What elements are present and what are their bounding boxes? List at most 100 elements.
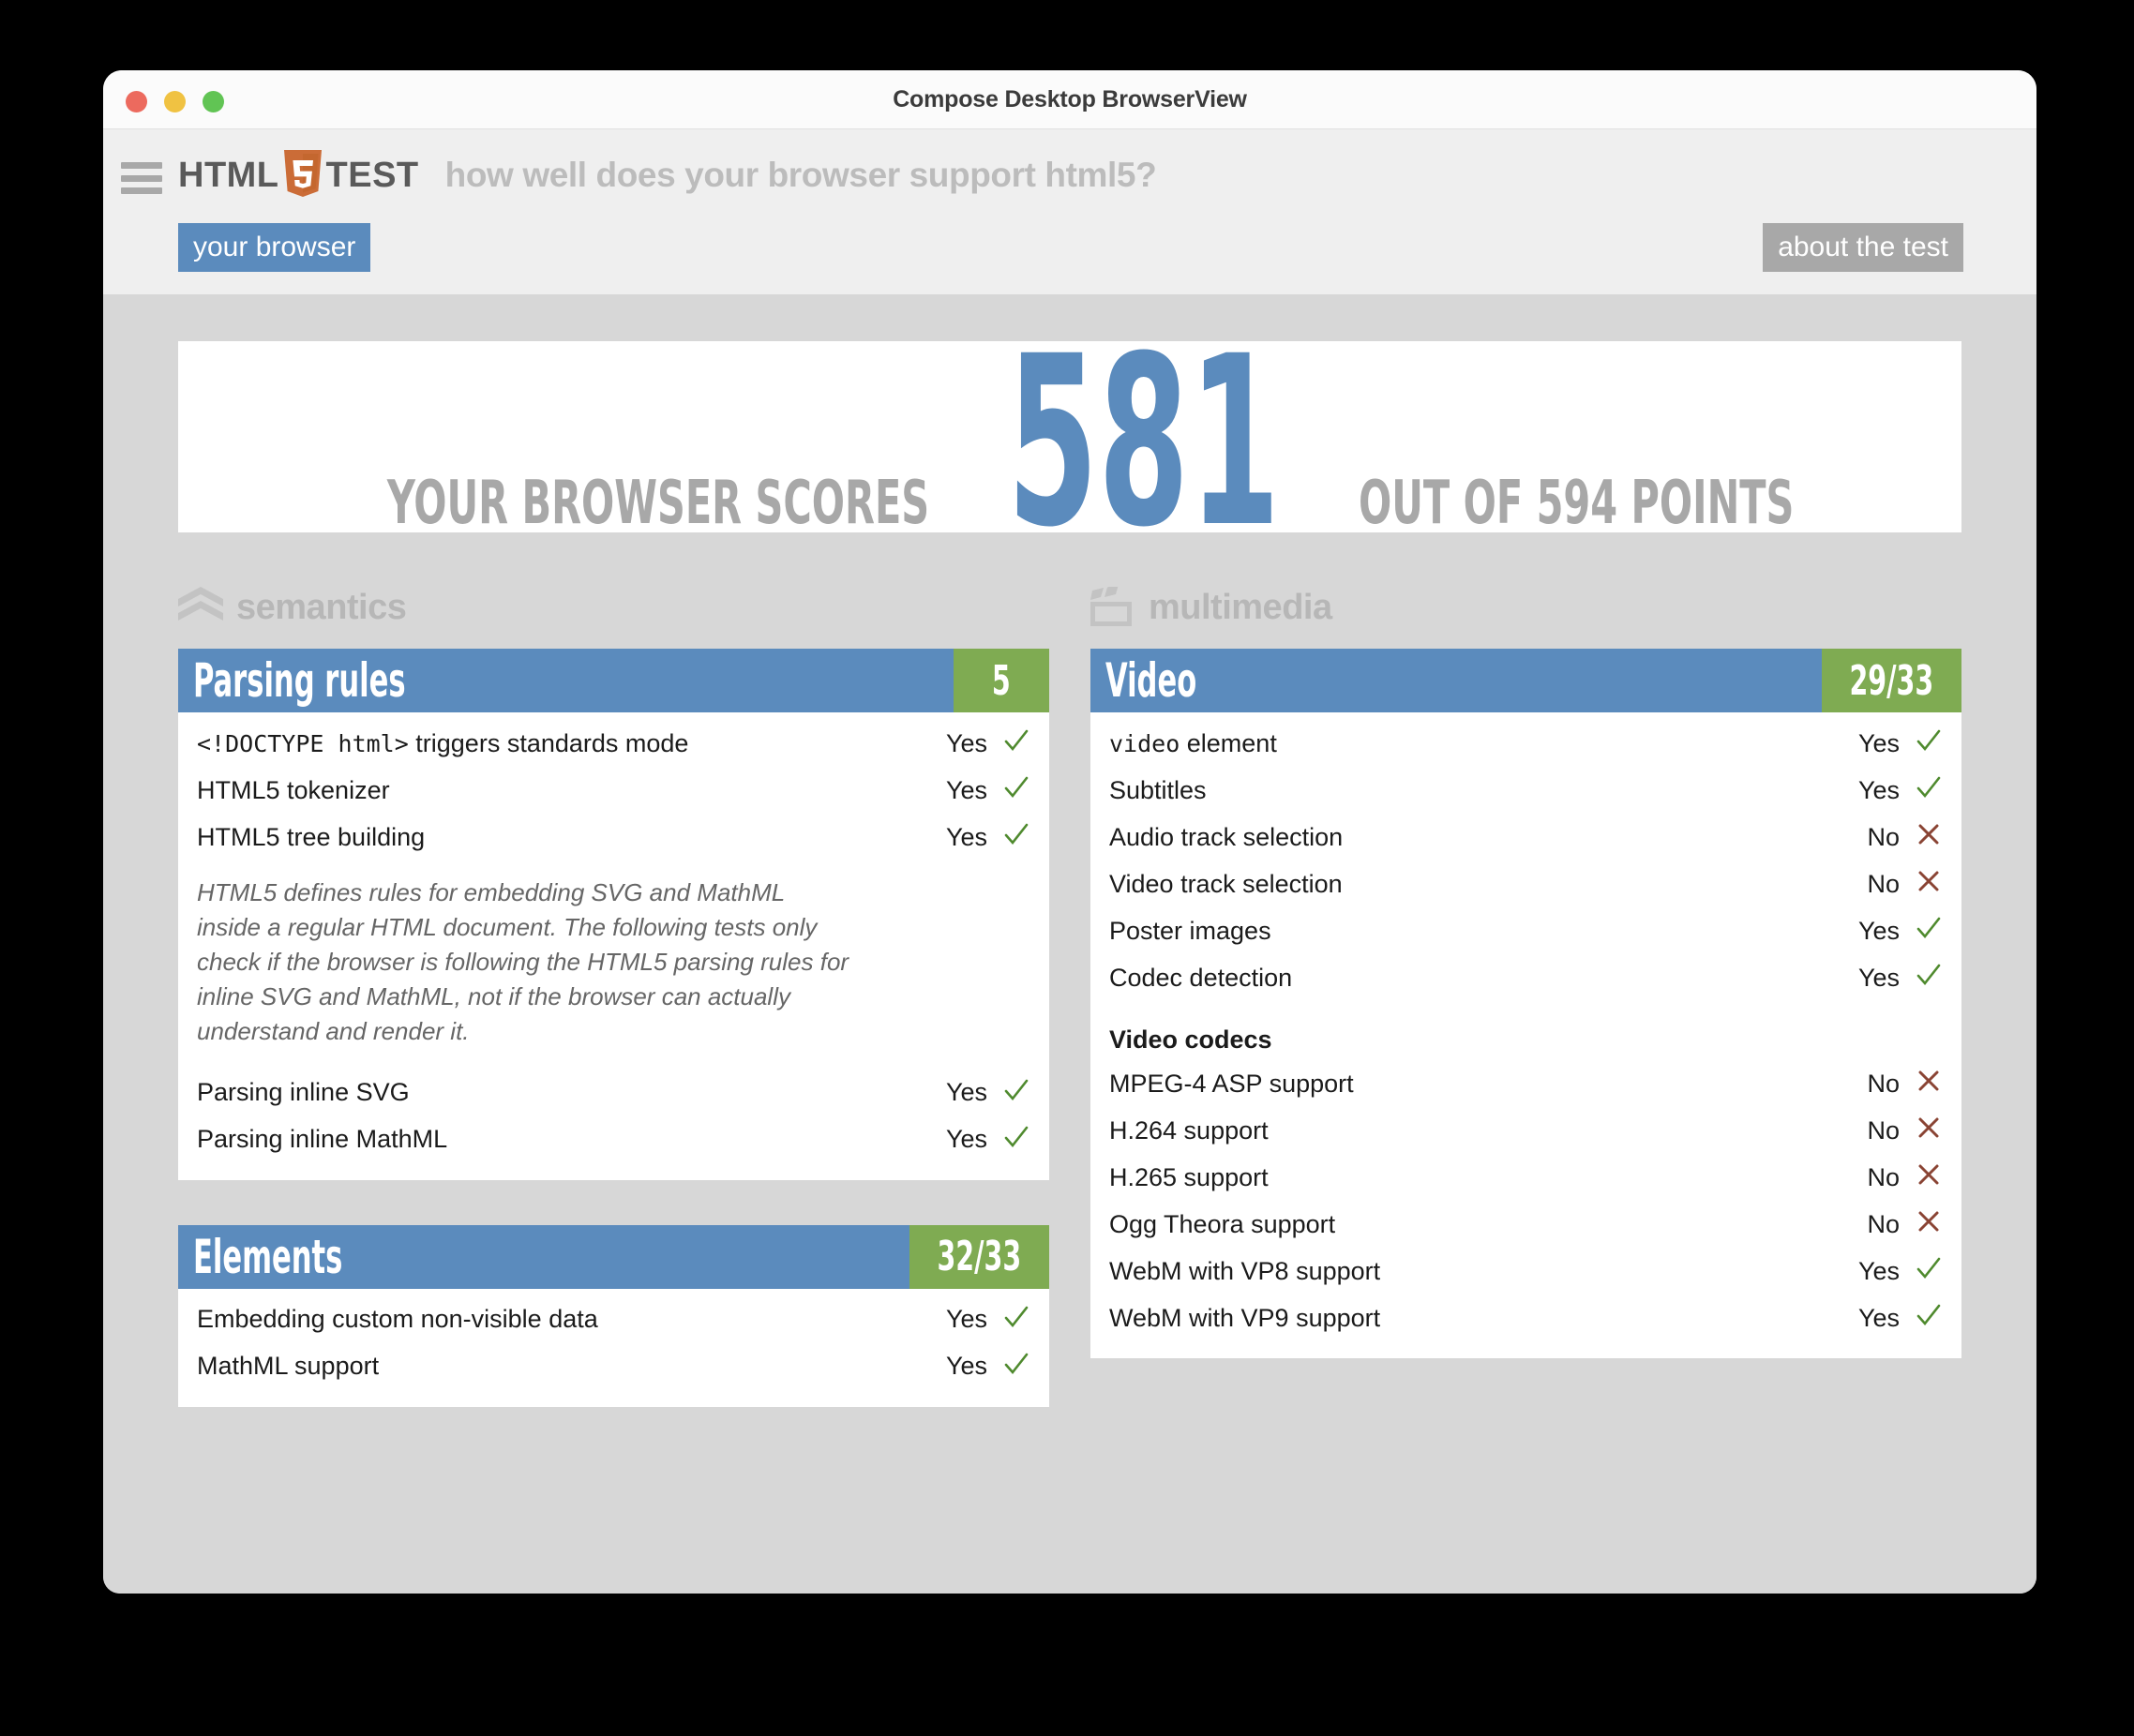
test-result-text: Yes [1857,775,1900,804]
test-result-text: Yes [945,1352,987,1381]
test-row[interactable]: HTML5 tree building Yes [197,814,1030,861]
logo-text-test: TEST [325,156,419,195]
test-name-rest: element [1180,728,1277,757]
test-result-text: No [1867,1162,1900,1191]
test-row[interactable]: <!DOCTYPE html> triggers standards mode Y… [197,720,1030,767]
logo-text-html: HTML [178,156,279,195]
checkmark-icon [1915,914,1943,948]
test-row[interactable]: Parsing inline SVG Yes [197,1070,1030,1116]
card-header[interactable]: Video 29/33 [1090,649,1961,712]
test-row[interactable]: WebM with VP8 support Yes [1109,1248,1943,1295]
results-columns: semantics Parsing rules 5 <!DOCTYPE html> t… [178,585,1961,1452]
category-label: semantics [236,587,407,627]
category-header-multimedia: multimedia [1090,585,1961,630]
card-header[interactable]: Elements 32/33 [178,1224,1049,1289]
test-result-text: Yes [1857,963,1900,992]
site-tagline: how well does your browser support html5… [444,156,1157,194]
test-row[interactable]: Video track selection No [1109,861,1943,907]
page-content: YOUR BROWSER SCORES 581 OUT OF 594 POINT… [103,294,2036,1594]
card-header[interactable]: Parsing rules 5 [178,649,1049,712]
card-title: Elements [193,1229,343,1284]
result-card: Parsing rules 5 <!DOCTYPE html> triggers s… [178,649,1049,1180]
test-result-text: No [1867,1115,1900,1145]
test-row[interactable]: Poster images Yes [1109,907,1943,954]
checkmark-icon [1915,1254,1943,1288]
card-body: <!DOCTYPE html> triggers standards mode Y… [178,712,1049,1180]
site-logo[interactable]: HTML TEST how well does your browser sup… [178,150,1157,201]
checkmark-icon [1002,1076,1030,1110]
test-name: WebM with VP9 support [1109,1303,1381,1332]
test-row[interactable]: H.265 support No [1109,1154,1943,1201]
score-banner: YOUR BROWSER SCORES 581 OUT OF 594 POINT… [178,306,1961,578]
test-name: Parsing inline SVG [197,1078,410,1107]
test-name: H.265 support [1109,1162,1269,1191]
checkmark-icon [1002,820,1030,854]
checkmark-icon [1002,1123,1030,1157]
checkmark-icon [1915,961,1943,995]
card-subheading: Video codecs [1109,1025,1272,1054]
test-name: <!DOCTYPE html> triggers standards mode [197,729,946,758]
hamburger-icon[interactable] [121,162,162,194]
test-result-text: No [1867,869,1900,898]
score-suffix-label: OUT OF 594 POINTS [1358,469,1795,538]
test-row[interactable]: WebM with VP9 support Yes [1109,1295,1943,1341]
test-name: H.264 support [1109,1115,1269,1145]
clapperboard-icon [1090,587,1132,626]
test-result-text: Yes [1857,1303,1900,1332]
cross-icon [1915,1114,1943,1147]
cross-icon [1915,1067,1943,1100]
test-row[interactable]: MathML support Yes [197,1343,1030,1390]
test-name: WebM with VP8 support [1109,1256,1381,1285]
checkmark-icon [1002,1303,1030,1337]
test-name: MPEG-4 ASP support [1109,1069,1354,1098]
test-result-text: No [1867,822,1900,851]
test-name: HTML5 tokenizer [197,775,390,804]
cross-icon [1915,867,1943,901]
result-card: Video 29/33 video element Yes Subtitles Yes Au… [1090,649,1961,1358]
checkmark-icon [1915,726,1943,760]
card-title: Parsing rules [193,653,406,708]
test-row[interactable]: Subtitles Yes [1109,767,1943,814]
test-result-text: Yes [945,728,987,757]
checkmark-icon [1002,773,1030,807]
tab-about-the-test[interactable]: about the test [1763,223,1963,272]
test-name: Codec detection [1109,963,1293,992]
card-note: HTML5 defines rules for embedding SVG an… [197,878,849,1045]
score-value: 581 [1007,306,1281,578]
test-name-code: <!DOCTYPE html> [197,729,409,757]
results-column-multimedia: multimedia Video 29/33 video element Yes Subt… [1090,585,1961,1452]
test-result-text: No [1867,1209,1900,1238]
test-name: Poster images [1109,916,1271,945]
test-result-text: Yes [1857,728,1900,757]
checkmark-icon [1002,726,1030,760]
test-name-rest: triggers standards mode [408,728,689,757]
test-row[interactable]: Codec detection Yes [1109,954,1943,1001]
test-name: Ogg Theora support [1109,1209,1336,1238]
card-title: Video [1105,653,1197,708]
test-name: Subtitles [1109,775,1207,804]
score-prefix-label: YOUR BROWSER SCORES [387,469,930,538]
tab-your-browser[interactable]: your browser [178,223,371,272]
html5-shield-icon [282,150,323,201]
test-row[interactable]: HTML5 tokenizer Yes [197,767,1030,814]
test-result-text: No [1867,1069,1900,1098]
test-row[interactable]: Embedding custom non-visible data Yes [197,1296,1030,1343]
test-row[interactable]: Ogg Theora support No [1109,1201,1943,1248]
test-name: MathML support [197,1352,380,1381]
test-row[interactable]: video element Yes [1109,720,1943,767]
checkmark-icon [1002,1350,1030,1384]
card-score-badge: 5 [954,649,1049,712]
app-window: Compose Desktop BrowserView HTML TEST ho… [103,70,2036,1594]
test-result-text: Yes [945,822,987,851]
chevrons-icon [178,587,223,621]
result-card: Elements 32/33 Embedding custom non-visibl… [178,1224,1049,1407]
test-row[interactable]: Audio track selection No [1109,814,1943,861]
test-name: video element [1109,729,1858,758]
test-row[interactable]: MPEG-4 ASP support No [1109,1060,1943,1107]
category-label: multimedia [1149,587,1332,627]
cross-icon [1915,1160,1943,1194]
checkmark-icon [1915,1301,1943,1335]
test-row[interactable]: H.264 support No [1109,1107,1943,1154]
window-titlebar: Compose Desktop BrowserView [103,70,2036,129]
test-row[interactable]: Parsing inline MathML Yes [197,1116,1030,1163]
